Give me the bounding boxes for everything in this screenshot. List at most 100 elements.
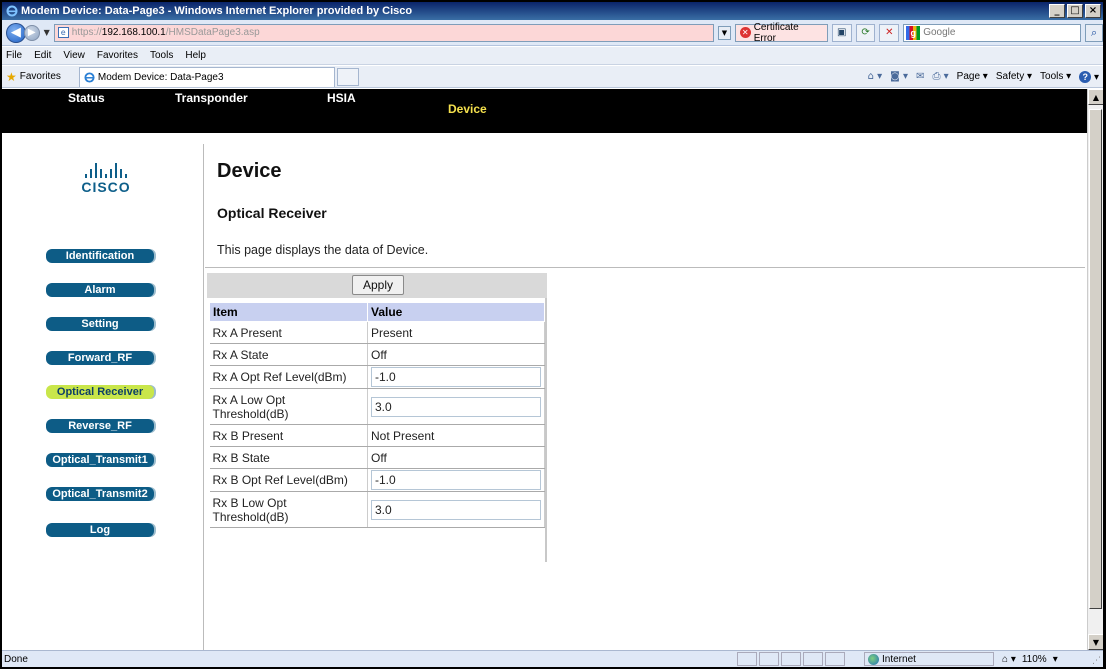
certificate-error-button[interactable]: ✕ Certificate Error	[734, 21, 828, 44]
page-menu[interactable]: Page ▾	[957, 71, 988, 82]
close-button[interactable]: ×	[1085, 4, 1101, 18]
row-value-cell	[367, 365, 545, 389]
apply-button[interactable]: Apply	[352, 275, 404, 295]
cisco-logo: CISCO	[76, 162, 136, 195]
zoom-control[interactable]: ⌂ ▾ 110% ▾	[1002, 652, 1058, 666]
zone-label: Internet	[882, 653, 916, 665]
menu-view[interactable]: View	[63, 50, 85, 61]
row-value: Present	[367, 321, 545, 344]
rx-a-low-opt-threshold-input[interactable]	[371, 396, 541, 417]
status-bar: Done Internet ⌂ ▾ 110% ▾ ⋰	[2, 650, 1103, 667]
tools-menu[interactable]: Tools ▾	[1040, 71, 1071, 82]
table-row: Rx A Present Present	[209, 321, 545, 344]
page-menu-label: Page	[956, 71, 981, 82]
sidebar-item-alarm[interactable]: Alarm	[46, 283, 154, 297]
stop-icon[interactable]: ✕	[879, 23, 900, 42]
browser-window: Modem Device: Data-Page3 - Windows Inter…	[2, 2, 1103, 667]
search-icon[interactable]: ⌕	[1085, 23, 1103, 42]
security-zone[interactable]: Internet	[864, 652, 994, 666]
sidebar-item-log[interactable]: Log	[46, 523, 154, 537]
ie-logo-icon	[6, 5, 18, 17]
rx-b-opt-ref-level-input[interactable]	[371, 470, 541, 490]
resize-grip-icon[interactable]: ⋰	[1092, 656, 1101, 666]
help-icon: ?	[1079, 70, 1092, 83]
vertical-scrollbar[interactable]: ▲ ▼	[1087, 89, 1103, 650]
back-arrow-icon[interactable]: ◀	[6, 22, 26, 43]
minimize-button[interactable]: _	[1049, 4, 1065, 18]
new-tab-button[interactable]	[336, 67, 359, 86]
table-row: Rx A Opt Ref Level(dBm)	[209, 365, 545, 389]
mail-icon[interactable]: ✉	[916, 71, 924, 82]
favorites-star-icon[interactable]: ★	[6, 70, 17, 84]
address-input[interactable]: e https://192.168.100.1/HMSDataPage3.asp	[53, 23, 714, 42]
title-bar: Modem Device: Data-Page3 - Windows Inter…	[2, 2, 1103, 20]
history-dropdown-icon[interactable]: ▼	[44, 28, 50, 37]
zoom-dropdown-icon[interactable]: ▾	[1053, 654, 1058, 665]
sidebar-item-setting[interactable]: Setting	[46, 317, 154, 331]
status-panes	[737, 652, 845, 666]
rx-b-low-opt-threshold-input[interactable]	[371, 499, 541, 520]
row-label: Rx B Low Opt Threshold(dB)	[209, 491, 368, 528]
favorites-label[interactable]: Favorites	[20, 71, 61, 82]
protected-mode-icon[interactable]: ⌂ ▾	[1002, 654, 1016, 665]
nav-status[interactable]: Status	[68, 91, 105, 105]
certificate-error-label: Certificate Error	[753, 21, 799, 44]
refresh-icon[interactable]: ⟳	[855, 23, 876, 42]
favorites-bar: ★ Favorites Modem Device: Data-Page3 ⌂ ▾…	[2, 66, 1103, 88]
row-label: Rx A Opt Ref Level(dBm)	[209, 365, 368, 389]
data-table: Item Value Rx A Present Present Rx A Sta…	[209, 302, 545, 528]
cisco-wordmark: CISCO	[81, 179, 131, 195]
menu-favorites[interactable]: Favorites	[97, 50, 138, 61]
address-toolbar: ◀ ▶ ▼ e https://192.168.100.1/HMSDataPag…	[2, 20, 1103, 46]
content-divider	[205, 267, 1085, 268]
search-placeholder: Google	[923, 27, 956, 38]
search-input[interactable]: g Google	[903, 23, 1082, 42]
menu-tools[interactable]: Tools	[150, 50, 173, 61]
menu-help[interactable]: Help	[185, 50, 206, 61]
sidebar-item-forward-rf[interactable]: Forward_RF	[46, 351, 154, 365]
help-menu[interactable]: ? ▾	[1079, 70, 1099, 83]
browser-tab[interactable]: Modem Device: Data-Page3	[78, 66, 335, 87]
feeds-icon[interactable]: ◙ ▾	[890, 71, 908, 82]
nav-hsia[interactable]: HSIA	[327, 91, 356, 105]
sidebar-item-optical-transmit1[interactable]: Optical_Transmit1	[46, 453, 154, 467]
compatibility-view-icon[interactable]: ▣	[831, 23, 852, 42]
address-dropdown-icon[interactable]: ▼	[717, 25, 731, 40]
scroll-up-icon[interactable]: ▲	[1088, 89, 1103, 105]
nav-transponder[interactable]: Transponder	[175, 91, 248, 105]
apply-bar: Apply	[207, 273, 547, 298]
safety-menu[interactable]: Safety ▾	[996, 71, 1032, 82]
rx-a-opt-ref-level-input[interactable]	[371, 367, 541, 387]
nav-device[interactable]: Device	[448, 102, 487, 116]
safety-menu-label: Safety	[995, 71, 1025, 82]
maximize-button[interactable]: □	[1067, 4, 1083, 18]
forward-arrow-icon[interactable]: ▶	[23, 24, 40, 41]
top-nav: Status Transponder HSIA Device	[2, 89, 1087, 133]
home-icon[interactable]: ⌂ ▾	[868, 71, 883, 82]
table-row: Rx B Low Opt Threshold(dB)	[209, 491, 545, 528]
row-label: Rx A State	[209, 343, 368, 366]
print-icon[interactable]: ⎙ ▾	[932, 71, 948, 82]
table-row: Rx A State Off	[209, 343, 545, 366]
row-label: Rx B Present	[209, 424, 368, 447]
page-viewport: Status Transponder HSIA Device CISCO Ide…	[2, 89, 1087, 650]
sidebar-item-identification[interactable]: Identification	[46, 249, 154, 263]
menu-edit[interactable]: Edit	[34, 50, 51, 61]
table-row: Rx B State Off	[209, 446, 545, 469]
certificate-error-icon: ✕	[739, 27, 751, 38]
data-table-container: Item Value Rx A Present Present Rx A Sta…	[207, 298, 547, 562]
sidebar-item-reverse-rf[interactable]: Reverse_RF	[46, 419, 154, 433]
row-value-cell	[367, 468, 545, 492]
sidebar-item-optical-transmit2[interactable]: Optical_Transmit2	[46, 487, 154, 501]
scroll-down-icon[interactable]: ▼	[1088, 634, 1103, 650]
page-title: Device	[217, 160, 282, 182]
google-icon: g	[906, 25, 921, 40]
menu-file[interactable]: File	[6, 50, 22, 61]
scroll-thumb[interactable]	[1089, 109, 1102, 609]
url-path: /HMSDataPage3.asp	[165, 27, 260, 38]
internet-zone-icon	[868, 653, 879, 665]
url-host: 192.168.100.1	[101, 27, 166, 38]
sidebar-item-optical-receiver[interactable]: Optical Receiver	[46, 385, 154, 399]
row-label: Rx B Opt Ref Level(dBm)	[209, 468, 368, 492]
tools-menu-label: Tools	[1040, 71, 1064, 82]
